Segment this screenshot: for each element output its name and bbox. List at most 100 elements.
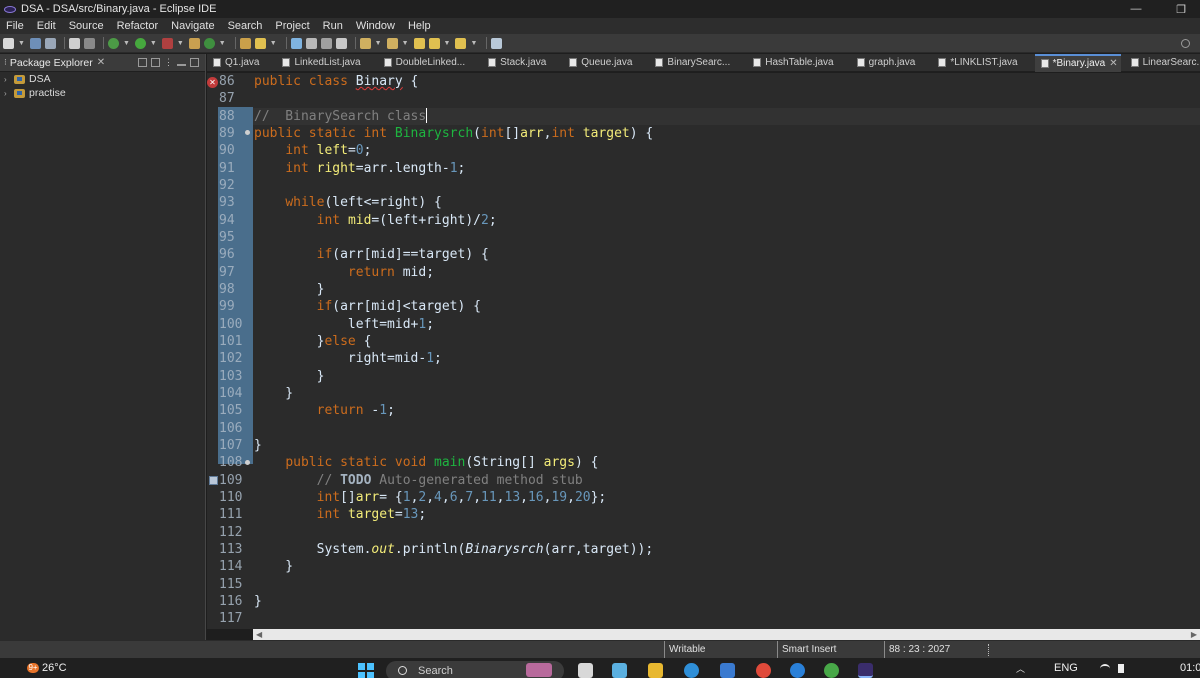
new-class-icon[interactable] [203, 37, 215, 49]
start-button[interactable] [358, 663, 374, 678]
skip-breakpoints-icon[interactable] [83, 37, 95, 49]
store-icon[interactable] [720, 663, 735, 678]
clock[interactable]: 01:06 [1180, 662, 1200, 674]
code-line[interactable]: } [253, 368, 1200, 385]
code-line[interactable]: // BinarySearch class [253, 107, 1200, 125]
chevron-down-icon[interactable]: ▼ [444, 40, 451, 47]
code-line[interactable] [253, 90, 1200, 107]
show-whitespace-icon[interactable] [335, 37, 347, 49]
next-annotation-icon[interactable] [359, 37, 371, 49]
code-line[interactable] [253, 524, 1200, 541]
chevron-down-icon[interactable]: ▼ [270, 40, 277, 47]
debug-icon[interactable] [107, 37, 119, 49]
menu-run[interactable]: Run [317, 20, 350, 32]
code-line[interactable]: if(arr[mid]<target) { [253, 298, 1200, 315]
app-icon[interactable] [790, 663, 805, 678]
toggle-mark-occurrences-icon[interactable] [290, 37, 302, 49]
minimize-button[interactable]: — [1119, 0, 1153, 18]
menu-file[interactable]: File [0, 20, 31, 32]
status-insert-mode[interactable]: Smart Insert [777, 641, 877, 659]
run-icon[interactable] [134, 37, 146, 49]
chrome-profile-icon[interactable] [824, 663, 839, 678]
menu-project[interactable]: Project [269, 20, 316, 32]
editor-tab[interactable]: Stack.java [482, 54, 549, 72]
menu-edit[interactable]: Edit [31, 20, 63, 32]
save-icon[interactable] [29, 37, 41, 49]
code-line[interactable] [253, 177, 1200, 194]
code-line[interactable]: } [253, 281, 1200, 298]
pin-editor-icon[interactable] [491, 37, 503, 49]
external-tools-icon[interactable] [161, 37, 173, 49]
scroll-right-icon[interactable]: ▶ [1191, 629, 1197, 640]
expand-arrow-icon[interactable]: › [4, 75, 14, 84]
eclipse-taskbar-icon[interactable] [858, 663, 873, 678]
back-icon[interactable] [428, 37, 440, 49]
search-tool-icon[interactable] [254, 37, 266, 49]
new-icon[interactable] [3, 37, 14, 49]
code-line[interactable] [253, 576, 1200, 593]
editor-tab[interactable]: graph.java [851, 54, 919, 72]
code-line[interactable]: return -1; [253, 402, 1200, 419]
chevron-down-icon[interactable]: ▼ [18, 40, 25, 47]
editor-tab[interactable]: LinkedList.java [276, 54, 363, 72]
horizontal-scrollbar[interactable]: ◀ ▶ [253, 629, 1200, 640]
chevron-down-icon[interactable]: ▼ [123, 40, 130, 47]
language-indicator[interactable]: ENG [1054, 662, 1078, 674]
terminal-icon[interactable] [68, 37, 80, 49]
menu-window[interactable]: Window [350, 20, 402, 32]
code-line[interactable]: int left=0; [253, 142, 1200, 159]
code-line[interactable]: public static void main(String[] args) { [253, 454, 1200, 471]
code-line[interactable]: // TODO Auto-generated method stub [253, 472, 1200, 489]
editor-tab[interactable]: DoubleLinked... [378, 54, 469, 72]
code-line[interactable]: } [253, 437, 1200, 454]
code-line[interactable]: if(arr[mid]==target) { [253, 246, 1200, 263]
search-icon[interactable] [1181, 38, 1190, 48]
code-text-area[interactable]: public class Binary {// BinarySearch cla… [253, 73, 1200, 629]
menu-search[interactable]: Search [222, 20, 270, 32]
code-line[interactable]: int[]arr= {1,2,4,6,7,11,13,16,19,20}; [253, 489, 1200, 506]
link-with-editor-icon[interactable] [151, 58, 160, 67]
fold-marker-icon[interactable] [245, 460, 250, 465]
code-line[interactable]: System.out.println(Binarysrch(arr,target… [253, 541, 1200, 558]
code-line[interactable]: return mid; [253, 264, 1200, 281]
chevron-down-icon[interactable]: ▼ [177, 40, 184, 47]
chevron-down-icon[interactable]: ▼ [375, 40, 382, 47]
edge-icon[interactable] [684, 663, 699, 678]
new-java-project-icon[interactable] [188, 37, 200, 49]
close-icon[interactable]: ✕ [97, 57, 105, 68]
restore-button[interactable]: ❐ [1164, 0, 1198, 18]
code-line[interactable]: } [253, 593, 1200, 610]
editor-tab[interactable]: Q1.java [207, 54, 262, 72]
maximize-icon[interactable] [190, 58, 199, 67]
view-menu-icon[interactable]: ⋮ [164, 58, 173, 67]
taskbar-search[interactable]: Search [386, 661, 564, 678]
code-line[interactable]: } [253, 558, 1200, 575]
save-all-icon[interactable] [44, 37, 56, 49]
package-explorer-title[interactable]: Package Explorer [10, 57, 93, 69]
scroll-left-icon[interactable]: ◀ [256, 629, 262, 640]
code-line[interactable] [253, 229, 1200, 246]
code-line[interactable] [253, 420, 1200, 437]
code-line[interactable]: left=mid+1; [253, 316, 1200, 333]
open-type-icon[interactable] [239, 37, 251, 49]
editor-tab[interactable]: *Binary.java ✕ [1034, 53, 1121, 72]
wifi-icon[interactable] [1100, 664, 1110, 673]
editor-tab[interactable]: HashTable.java [747, 54, 836, 72]
chevron-down-icon[interactable]: ▼ [219, 40, 226, 47]
editor-tab[interactable]: BinarySearc... [649, 54, 733, 72]
code-line[interactable] [253, 610, 1200, 627]
code-line[interactable]: int mid=(left+right)/2; [253, 212, 1200, 229]
close-icon[interactable]: ✕ [1109, 58, 1117, 69]
collapse-all-icon[interactable] [138, 58, 147, 67]
task-marker-icon[interactable] [209, 476, 218, 485]
previous-annotation-icon[interactable] [386, 37, 398, 49]
tree-item-practise[interactable]: › practise [0, 86, 205, 100]
code-editor[interactable]: ✕ 86 87 88 89 90 91 92 93 94 95 96 97 98 99 100 101 102 1… [207, 73, 1200, 629]
code-line[interactable]: int target=13; [253, 506, 1200, 523]
expand-arrow-icon[interactable]: › [4, 89, 14, 98]
menu-help[interactable]: Help [402, 20, 438, 32]
block-selection-icon[interactable] [320, 37, 332, 49]
editor-tab[interactable]: Queue.java [563, 54, 635, 72]
chrome-icon[interactable] [756, 663, 771, 678]
weather-temperature[interactable]: 26°C [42, 662, 67, 674]
